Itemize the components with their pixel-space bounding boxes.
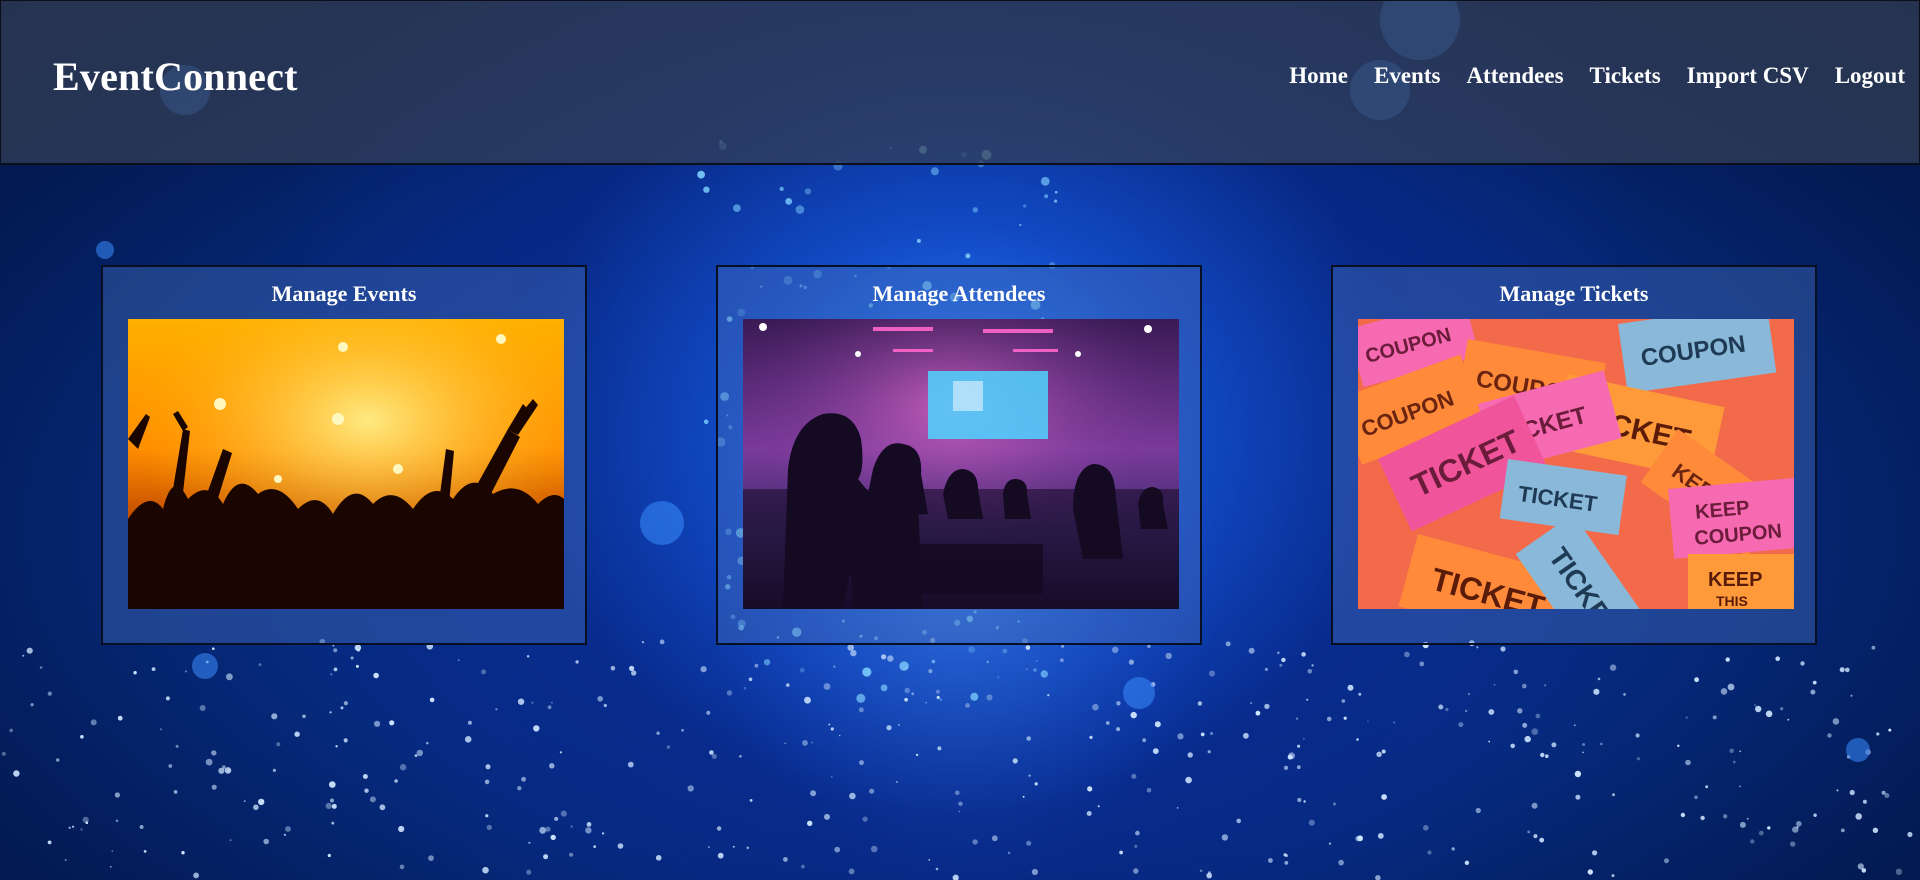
nav-tickets-link[interactable]: Tickets bbox=[1590, 63, 1661, 89]
concert-crowd-image[interactable] bbox=[128, 319, 564, 609]
ticket-text: THIS bbox=[1716, 593, 1748, 609]
main-nav: Home Events Attendees Tickets Import CSV… bbox=[1289, 63, 1905, 89]
manage-attendees-card[interactable]: Manage Attendees bbox=[716, 265, 1202, 645]
ticket-stubs-image[interactable]: COUPON COUPON COUPON COUPON TICKET TICKE… bbox=[1358, 319, 1794, 609]
nav-home-link[interactable]: Home bbox=[1289, 63, 1348, 89]
ticket-text: KEEP bbox=[1708, 569, 1762, 591]
manage-events-title: Manage Events bbox=[271, 281, 417, 306]
nav-events-link[interactable]: Events bbox=[1374, 63, 1440, 89]
manage-attendees-title: Manage Attendees bbox=[872, 281, 1046, 306]
conference-audience-image[interactable] bbox=[743, 319, 1179, 609]
manage-events-card[interactable]: Manage Events bbox=[101, 265, 587, 645]
nav-import-csv-link[interactable]: Import CSV bbox=[1687, 63, 1809, 89]
manage-tickets-card[interactable]: Manage Tickets COUPON COUPON COUPON COUP… bbox=[1331, 265, 1817, 645]
manage-tickets-title: Manage Tickets bbox=[1499, 281, 1649, 306]
brand-logo[interactable]: EventConnect bbox=[53, 53, 298, 100]
nav-attendees-link[interactable]: Attendees bbox=[1466, 63, 1563, 89]
nav-logout-link[interactable]: Logout bbox=[1835, 63, 1905, 89]
top-navigation-bar: EventConnect Home Events Attendees Ticke… bbox=[0, 0, 1920, 165]
